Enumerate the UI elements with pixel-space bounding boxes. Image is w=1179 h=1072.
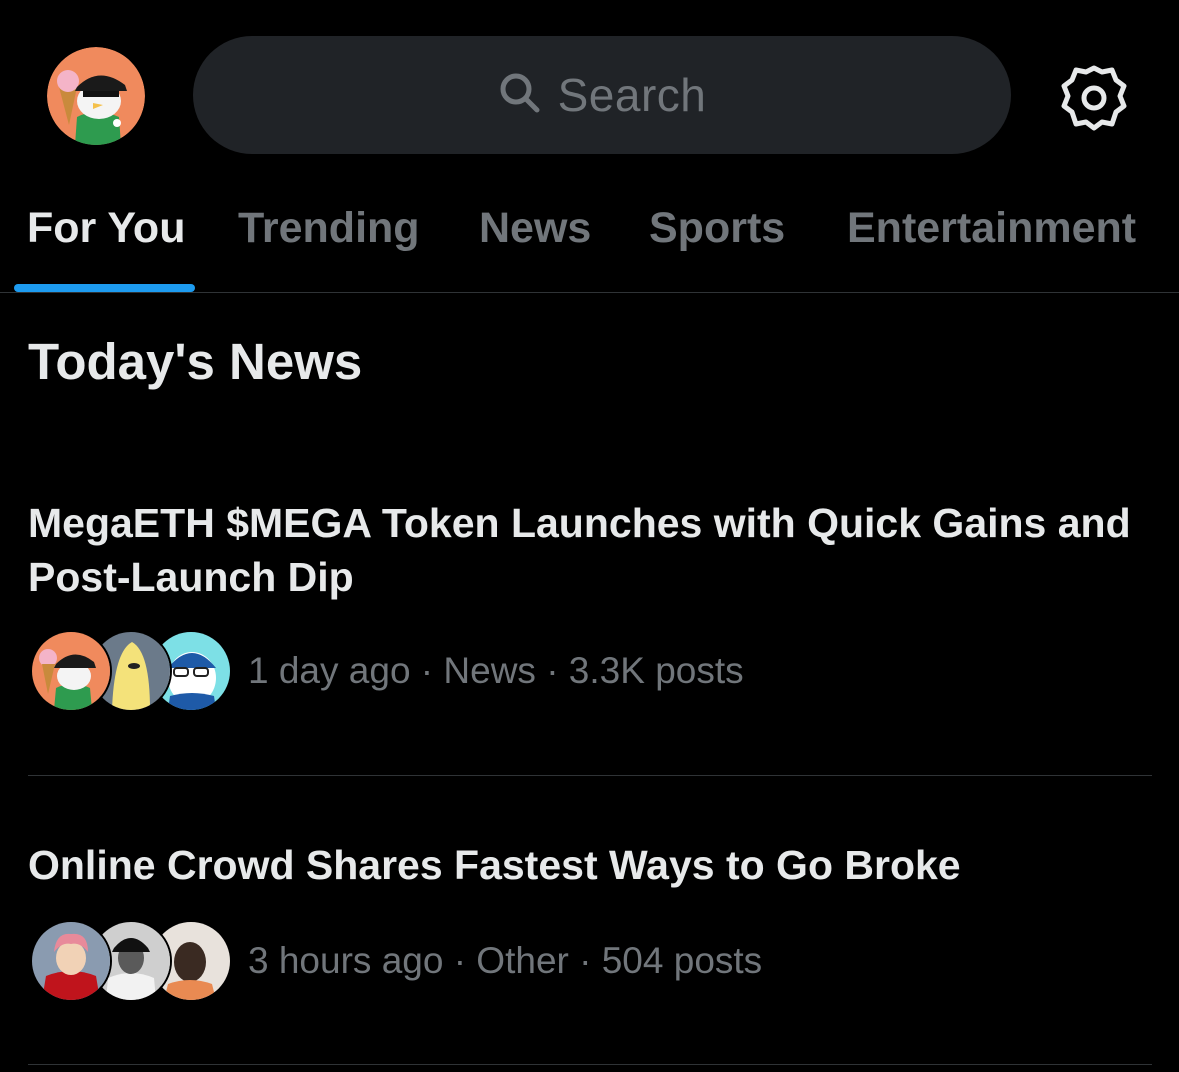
tab-for-you[interactable]: For You bbox=[27, 204, 185, 253]
story-meta: 1 day ago · News · 3.3K posts bbox=[28, 630, 1152, 712]
tab-news[interactable]: News bbox=[479, 204, 591, 253]
profile-avatar-icon[interactable] bbox=[47, 47, 145, 145]
search-icon bbox=[498, 71, 542, 120]
news-story[interactable]: MegaETH $MEGA Token Launches with Quick … bbox=[28, 496, 1152, 712]
story-divider bbox=[28, 1064, 1152, 1065]
section-title: Today's News bbox=[28, 333, 363, 390]
explore-page: Search For You Trending News Sports Ente… bbox=[0, 0, 1179, 1072]
tab-sports[interactable]: Sports bbox=[649, 204, 785, 253]
active-tab-indicator bbox=[14, 284, 195, 292]
story-meta-text: 3 hours ago · Other · 504 posts bbox=[248, 940, 763, 981]
story-title[interactable]: Online Crowd Shares Fastest Ways to Go B… bbox=[28, 838, 1152, 892]
tab-entertainment[interactable]: Entertainment bbox=[847, 204, 1136, 253]
search-input[interactable]: Search bbox=[193, 36, 1011, 154]
tab-bar: For You Trending News Sports Entertainme… bbox=[0, 190, 1179, 294]
tab-trending[interactable]: Trending bbox=[238, 204, 420, 253]
avatar bbox=[30, 630, 112, 712]
avatar bbox=[30, 920, 112, 1002]
tabs-divider bbox=[0, 292, 1179, 293]
news-story[interactable]: Online Crowd Shares Fastest Ways to Go B… bbox=[28, 838, 1152, 1002]
story-meta-text: 1 day ago · News · 3.3K posts bbox=[248, 650, 744, 691]
story-divider bbox=[28, 775, 1152, 776]
participant-avatars bbox=[28, 920, 232, 1002]
search-placeholder: Search bbox=[557, 69, 707, 121]
story-title[interactable]: MegaETH $MEGA Token Launches with Quick … bbox=[28, 496, 1152, 604]
participant-avatars bbox=[28, 630, 232, 712]
story-meta: 3 hours ago · Other · 504 posts bbox=[28, 920, 1152, 1002]
gear-icon[interactable] bbox=[1058, 62, 1130, 134]
